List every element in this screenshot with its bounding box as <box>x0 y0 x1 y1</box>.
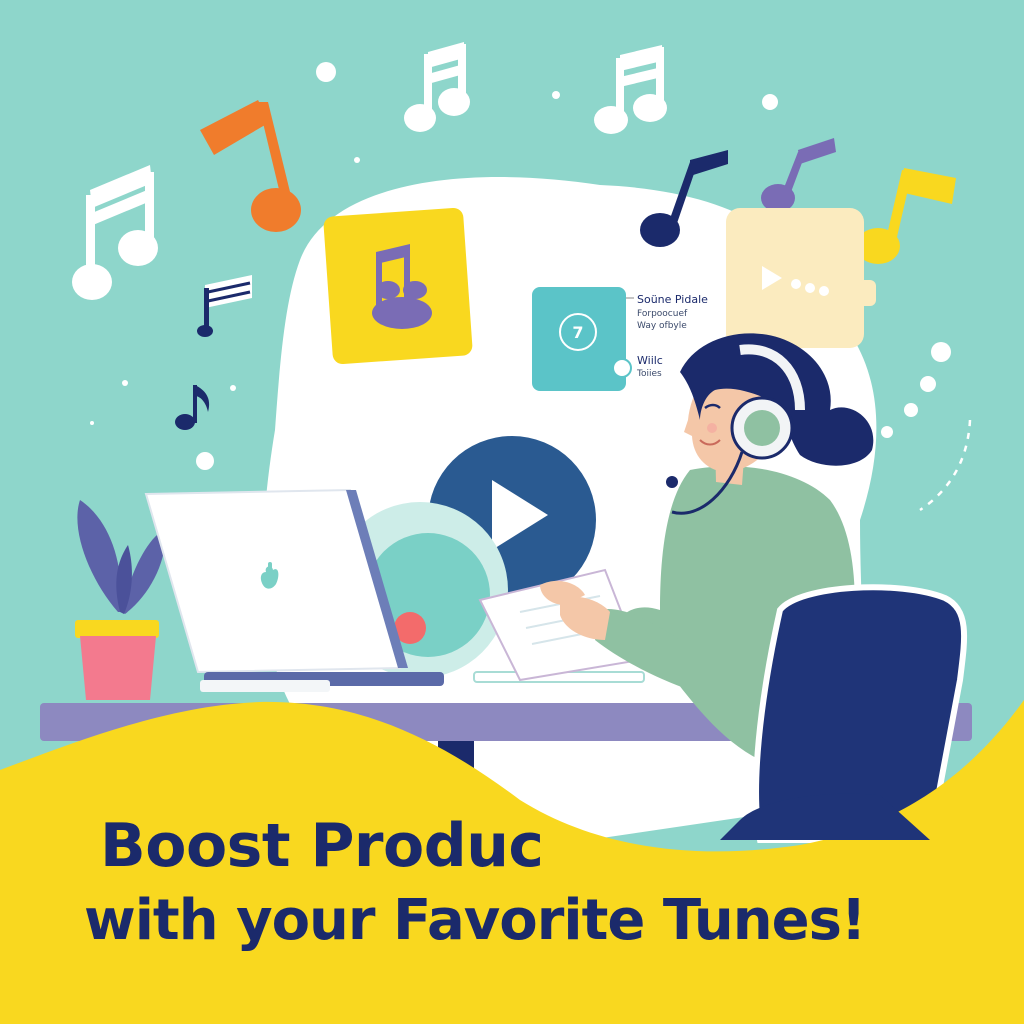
panel-title: Soüne Pidale <box>637 293 708 306</box>
playlist-card[interactable] <box>726 208 876 348</box>
panel-subtitle2: Way ofbyle <box>637 321 687 331</box>
panel-label1: Wiilc <box>637 354 663 367</box>
panel-subtitle1: Forpoocuef <box>637 309 688 319</box>
illustration-stage: Soüne Pidale Forpoocuef Way ofbyle Wiilc… <box>0 0 1024 1024</box>
panel-label2: Toiies <box>636 369 662 379</box>
scene-svg: Soüne Pidale Forpoocuef Way ofbyle Wiilc… <box>0 0 1024 1024</box>
music-app-card[interactable] <box>323 207 473 365</box>
panel-badge: 7 <box>572 323 583 342</box>
